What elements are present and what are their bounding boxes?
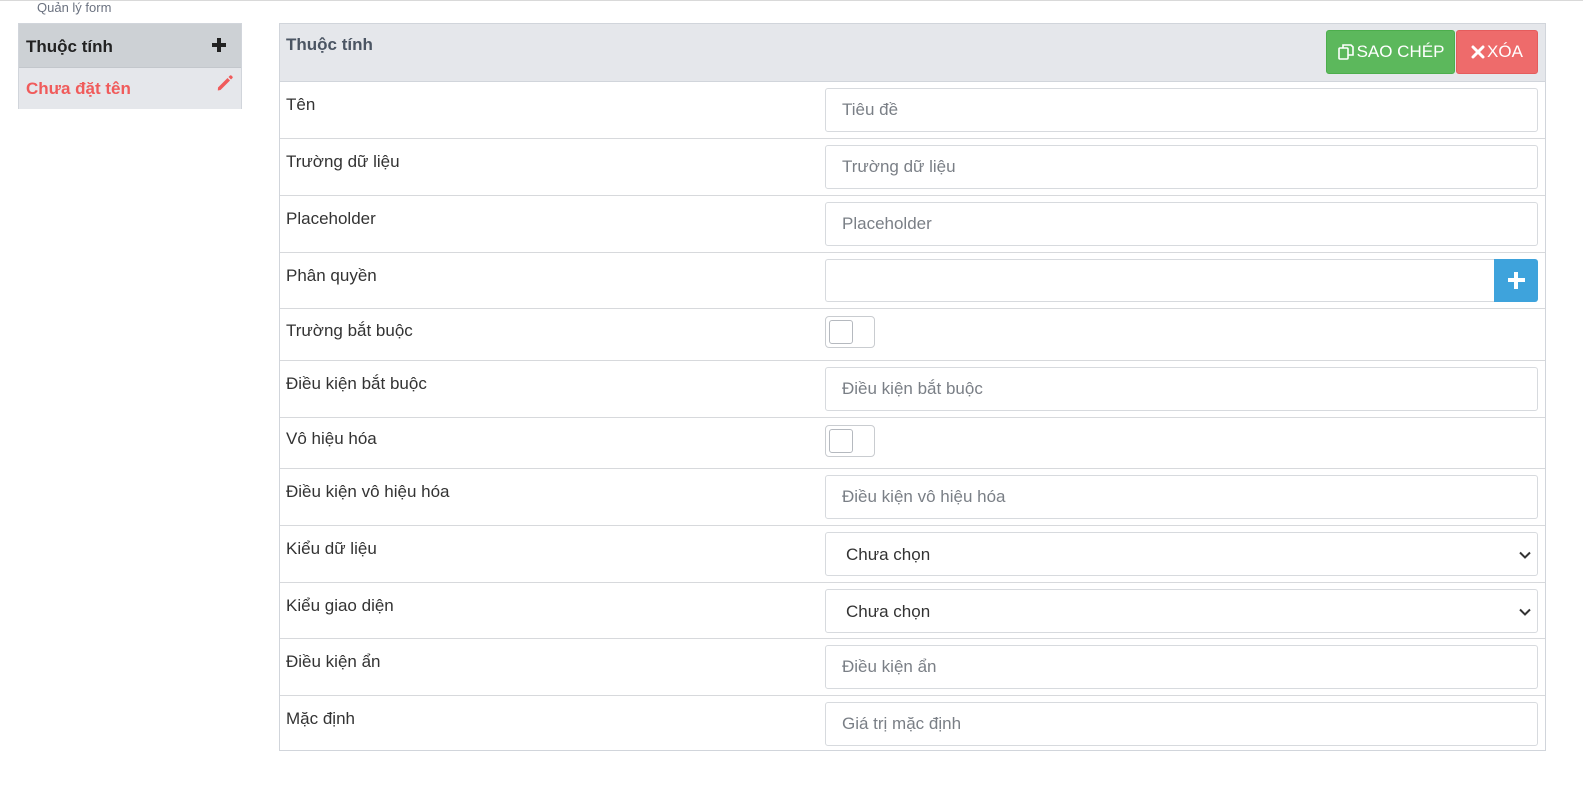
field-label: Điều kiện bắt buộc: [286, 374, 427, 393]
chevron-down-icon: [1519, 608, 1531, 616]
sidebar-title: Thuộc tính: [26, 37, 113, 56]
dieu-kien-bat-buoc-input[interactable]: [825, 367, 1538, 411]
field-label: Tên: [286, 95, 316, 114]
truong-du-lieu-input[interactable]: [825, 145, 1538, 189]
field-label: Điều kiện ẩn: [286, 652, 381, 671]
top-divider: [0, 0, 1583, 1]
breadcrumb[interactable]: Quản lý form: [37, 0, 111, 15]
field-row-truong-du-lieu: Trường dữ liệu: [280, 139, 1545, 196]
field-row-placeholder: Placeholder: [280, 196, 1545, 253]
kieu-du-lieu-select[interactable]: Chưa chọn: [825, 532, 1538, 576]
chevron-down-icon: [1519, 551, 1531, 559]
placeholder-input[interactable]: [825, 202, 1538, 246]
field-row-ten: Tên: [280, 82, 1545, 139]
ten-input[interactable]: [825, 88, 1538, 132]
close-icon: [1471, 45, 1485, 59]
field-label: Kiểu giao diện: [286, 596, 394, 615]
field-row-phan-quyen: Phân quyền: [280, 253, 1545, 309]
select-value: Chưa chọn: [846, 602, 931, 621]
copy-icon: [1337, 44, 1354, 60]
field-row-dieu-kien-bat-buoc: Điều kiện bắt buộc: [280, 361, 1545, 418]
add-permission-button[interactable]: [1494, 259, 1538, 302]
field-row-mac-dinh: Mặc định: [280, 696, 1545, 752]
dieu-kien-an-input[interactable]: [825, 645, 1538, 689]
plus-icon[interactable]: [211, 37, 227, 53]
field-row-dieu-kien-an: Điều kiện ẩn: [280, 639, 1545, 696]
phan-quyen-field[interactable]: [825, 259, 1495, 302]
properties-panel: Thuộc tính SAO CHÉP XÓA Tên Trường dữ li…: [279, 23, 1546, 751]
field-row-kieu-du-lieu: Kiểu dữ liệu Chưa chọn: [280, 526, 1545, 583]
field-row-kieu-giao-dien: Kiểu giao diện Chưa chọn: [280, 583, 1545, 639]
required-toggle[interactable]: [825, 316, 875, 348]
phan-quyen-group: [825, 259, 1538, 302]
delete-button[interactable]: XÓA: [1456, 30, 1538, 74]
sidebar-item-label: Chưa đặt tên: [26, 79, 131, 98]
pencil-icon[interactable]: [216, 74, 234, 92]
toggle-knob: [829, 429, 853, 453]
field-label: Phân quyền: [286, 266, 377, 285]
field-row-truong-bat-buoc: Trường bắt buộc: [280, 309, 1545, 361]
field-label: Placeholder: [286, 209, 376, 228]
field-label: Trường bắt buộc: [286, 321, 413, 340]
kieu-giao-dien-select[interactable]: Chưa chọn: [825, 589, 1538, 633]
copy-label: SAO CHÉP: [1356, 42, 1445, 61]
field-label: Kiểu dữ liệu: [286, 539, 377, 558]
disabled-toggle[interactable]: [825, 425, 875, 457]
field-row-vo-hieu-hoa: Vô hiệu hóa: [280, 418, 1545, 469]
field-label: Trường dữ liệu: [286, 152, 400, 171]
field-label: Mặc định: [286, 709, 355, 728]
sidebar-header: Thuộc tính: [19, 24, 241, 68]
sidebar: Thuộc tính Chưa đặt tên: [18, 23, 242, 109]
panel-title: Thuộc tính: [286, 35, 373, 54]
field-label: Vô hiệu hóa: [286, 429, 377, 448]
mac-dinh-input[interactable]: [825, 702, 1538, 746]
field-row-dieu-kien-vo-hieu-hoa: Điều kiện vô hiệu hóa: [280, 469, 1545, 526]
toggle-knob: [829, 320, 853, 344]
field-label: Điều kiện vô hiệu hóa: [286, 482, 450, 501]
panel-header: Thuộc tính SAO CHÉP XÓA: [280, 24, 1545, 82]
dieu-kien-vo-hieu-hoa-input[interactable]: [825, 475, 1538, 519]
select-value: Chưa chọn: [846, 545, 931, 564]
sidebar-item-unnamed[interactable]: Chưa đặt tên: [19, 68, 241, 109]
copy-button[interactable]: SAO CHÉP: [1326, 30, 1455, 74]
delete-label: XÓA: [1487, 42, 1523, 61]
